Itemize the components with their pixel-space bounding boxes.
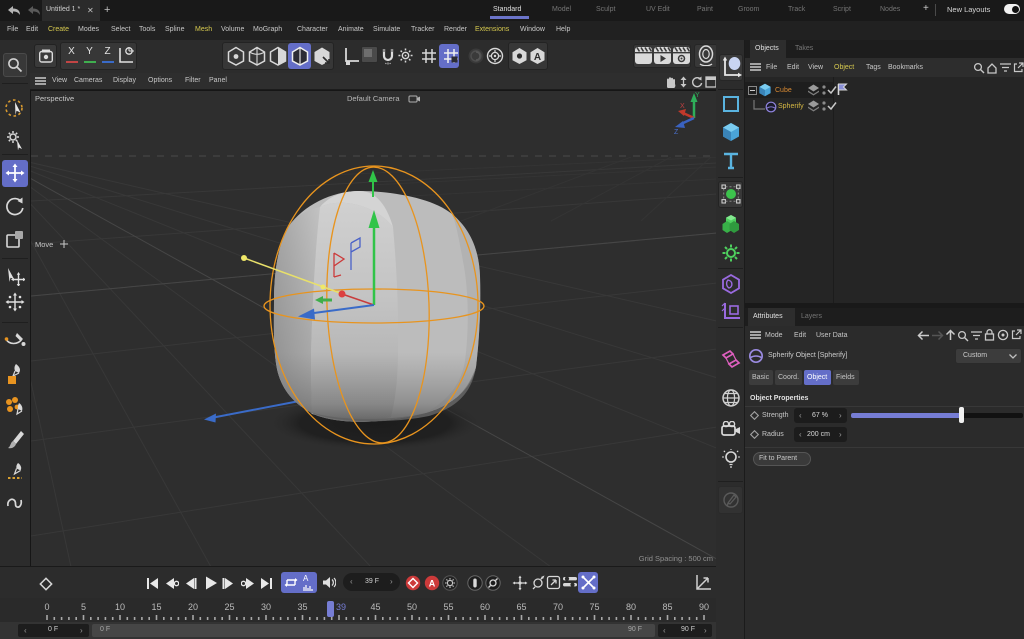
svg-text:65: 65 [516, 602, 526, 612]
svg-text:25: 25 [224, 602, 234, 612]
svg-text:10: 10 [115, 602, 125, 612]
svg-text:55: 55 [443, 602, 453, 612]
svg-text:X: X [680, 103, 685, 110]
svg-text:80: 80 [626, 602, 636, 612]
svg-text:20: 20 [188, 602, 198, 612]
svg-text:Grid Spacing : 500 cm: Grid Spacing : 500 cm [639, 554, 713, 563]
svg-text:Default Camera: Default Camera [347, 94, 400, 103]
svg-text:Perspective: Perspective [35, 94, 74, 103]
svg-text:15: 15 [151, 602, 161, 612]
svg-text:75: 75 [589, 602, 599, 612]
svg-text:85: 85 [662, 602, 672, 612]
svg-text:Z: Z [674, 129, 679, 136]
svg-text:0: 0 [44, 602, 49, 612]
svg-text:A: A [534, 52, 541, 63]
svg-text:5: 5 [81, 602, 86, 612]
svg-text:90: 90 [699, 602, 709, 612]
svg-text:70: 70 [553, 602, 563, 612]
svg-text:45: 45 [370, 602, 380, 612]
svg-text:A: A [429, 579, 436, 589]
svg-text:Y: Y [695, 92, 700, 99]
svg-text:50: 50 [407, 602, 417, 612]
svg-text:35: 35 [297, 602, 307, 612]
svg-text:39: 39 [336, 602, 346, 612]
svg-text:60: 60 [480, 602, 490, 612]
svg-text:30: 30 [261, 602, 271, 612]
svg-text:Move: Move [35, 240, 53, 249]
